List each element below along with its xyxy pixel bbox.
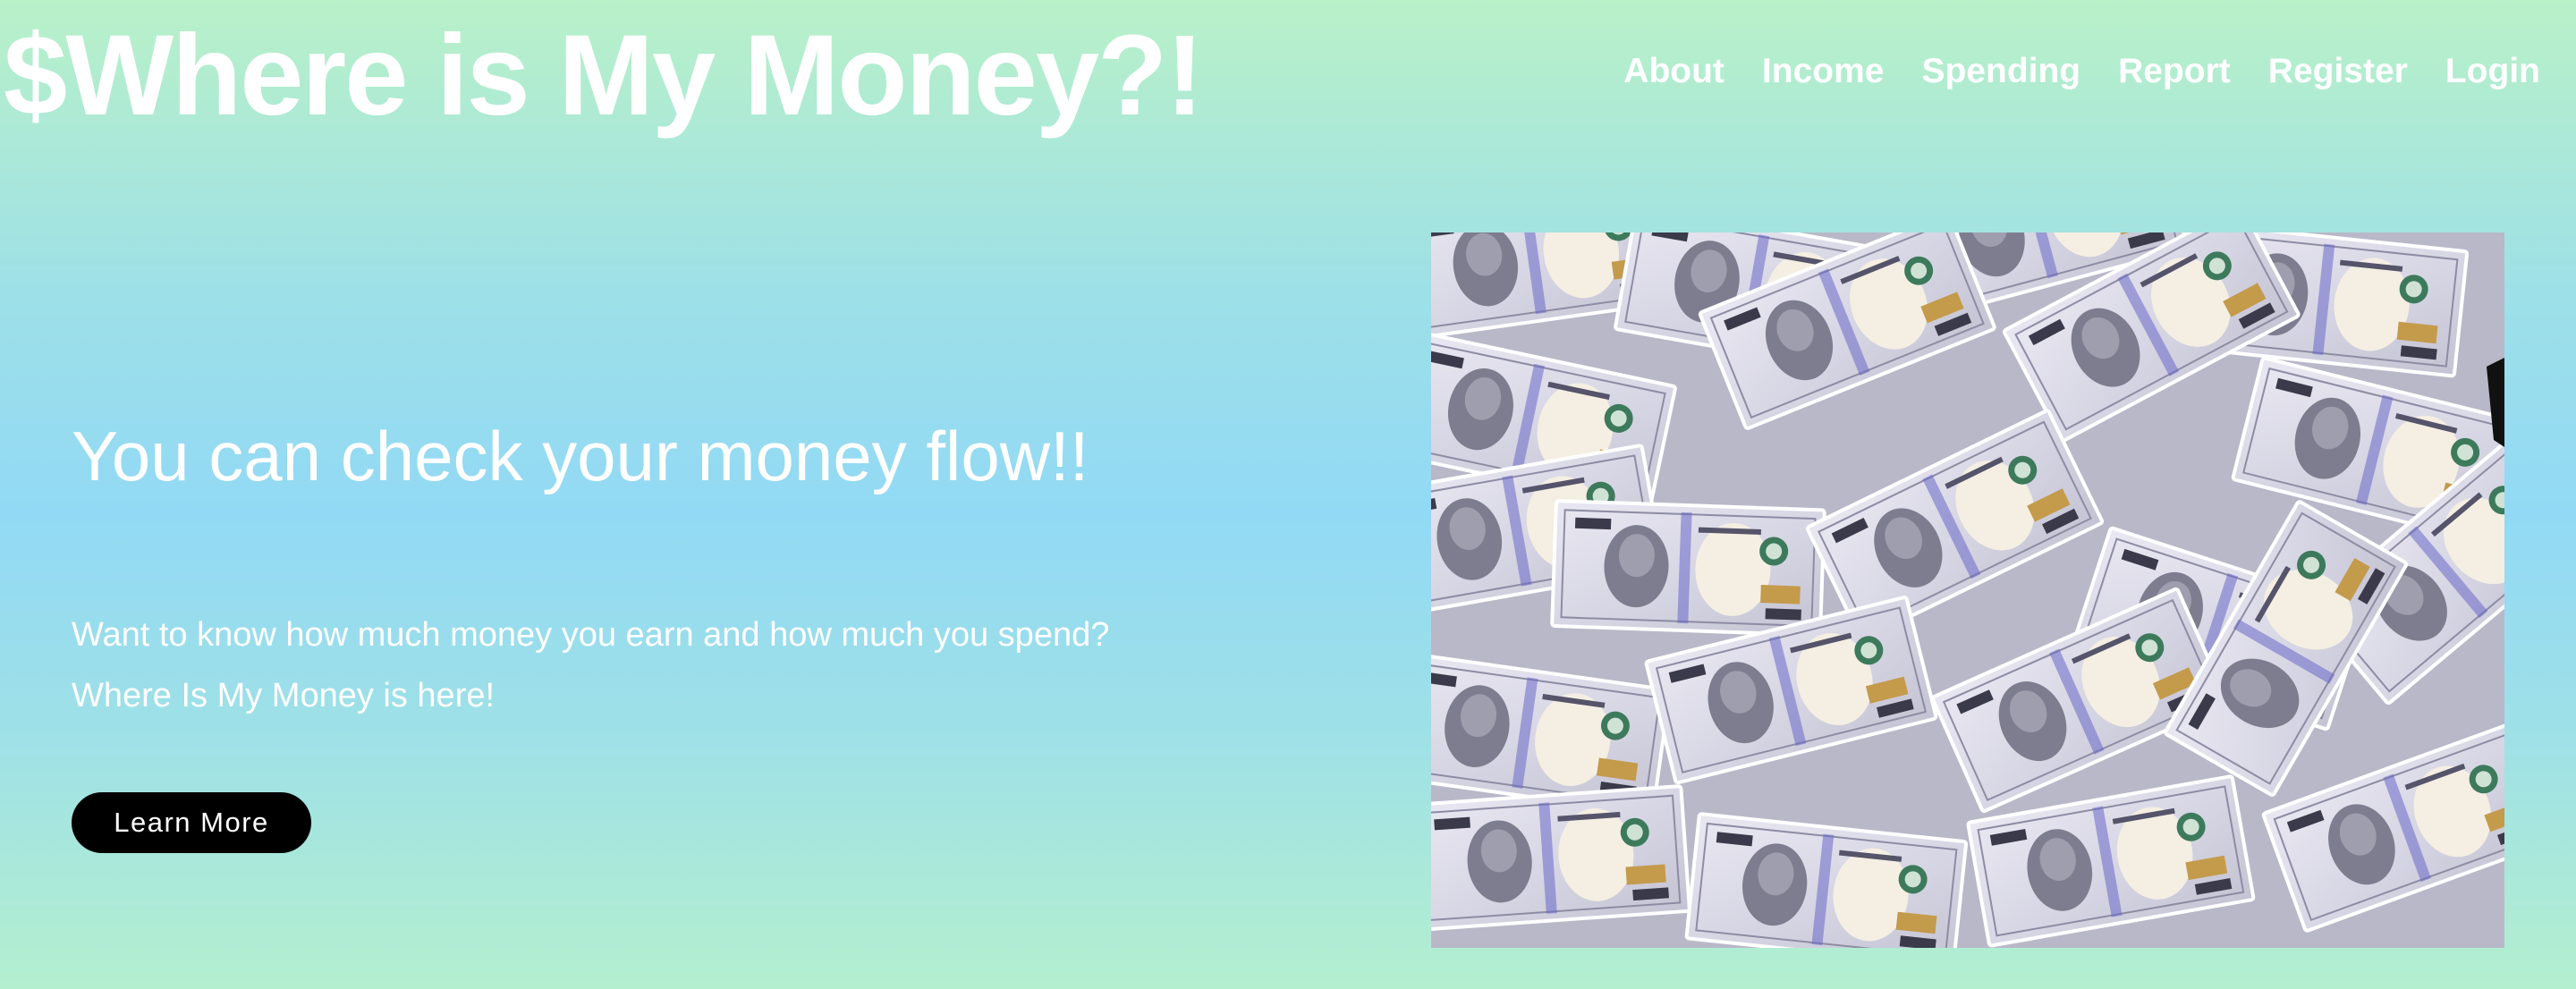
nav-item-spending: Spending — [1921, 46, 2080, 97]
nav-link-income[interactable]: Income — [1762, 52, 1885, 90]
money-image — [1431, 232, 2504, 948]
hero-heading: You can check your money flow!! — [72, 417, 1089, 495]
nav-link-spending[interactable]: Spending — [1921, 52, 2080, 90]
learn-more-button[interactable]: Learn More — [72, 792, 311, 853]
nav-list: About Income Spending Report Register Lo… — [1623, 46, 2540, 97]
site-title: $Where is My Money?! — [4, 12, 1204, 139]
nav-link-report[interactable]: Report — [2118, 52, 2231, 90]
nav-item-income: Income — [1762, 46, 1885, 97]
money-image-drawing — [1431, 232, 2504, 948]
nav-link-login[interactable]: Login — [2445, 52, 2540, 90]
nav-item-login: Login — [2445, 46, 2540, 97]
hero-text-line-2: Where Is My Money is here! — [72, 677, 496, 714]
nav-link-about[interactable]: About — [1623, 52, 1724, 90]
hero-description: Want to know how much money you earn and… — [72, 604, 1109, 726]
nav-item-report: Report — [2118, 46, 2231, 97]
nav-item-about: About — [1623, 46, 1724, 97]
nav-link-register[interactable]: Register — [2268, 52, 2408, 90]
nav-item-register: Register — [2268, 46, 2408, 97]
hero-text-line-1: Want to know how much money you earn and… — [72, 616, 1110, 654]
